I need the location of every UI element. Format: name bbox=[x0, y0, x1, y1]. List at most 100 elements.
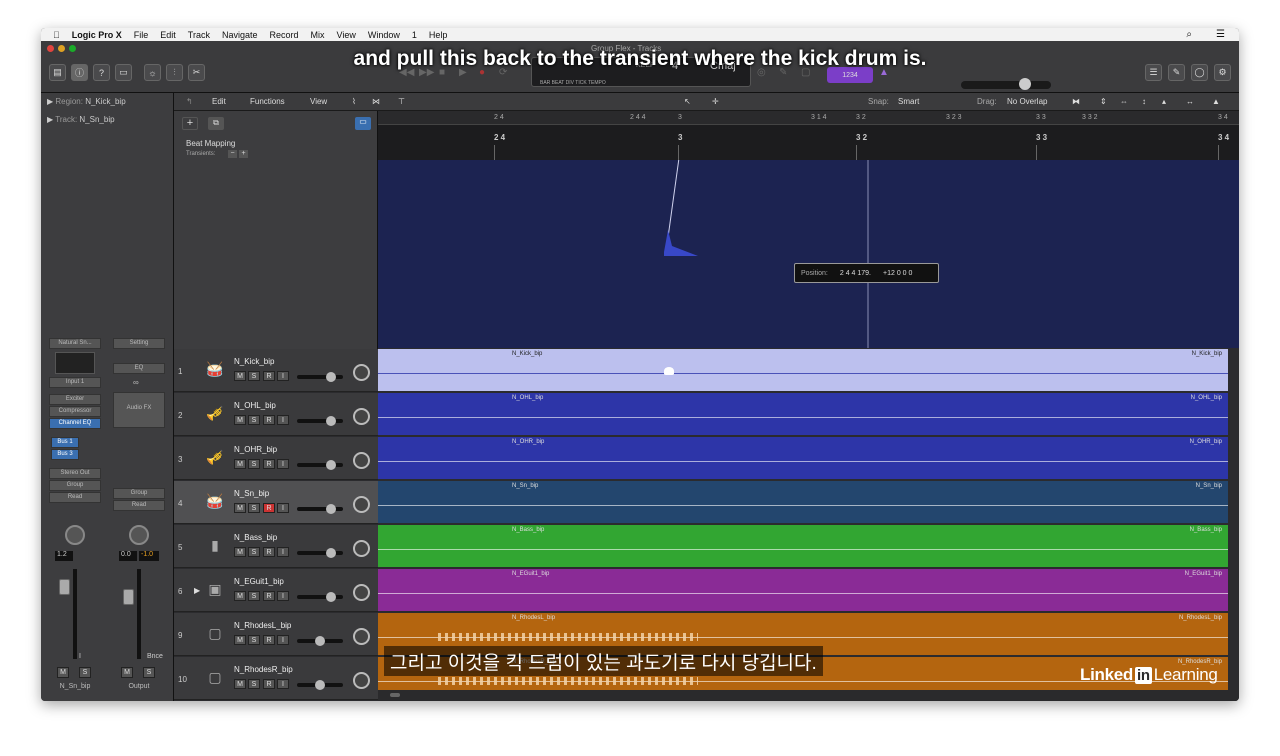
track-name[interactable]: N_Sn_bip bbox=[234, 489, 269, 498]
track-record-button[interactable]: R bbox=[263, 679, 275, 689]
crosshair-tool-icon[interactable]: ✛ bbox=[712, 97, 719, 106]
track-mute-button[interactable]: M bbox=[234, 503, 246, 513]
track-solo-button[interactable]: S bbox=[248, 679, 260, 689]
track-record-button[interactable]: R bbox=[263, 635, 275, 645]
pointer-tool-icon[interactable]: ↖ bbox=[684, 97, 691, 106]
track-header[interactable]: 3 🎺 N_OHR_bip M S R I bbox=[174, 437, 378, 480]
track-mute-button[interactable]: M bbox=[234, 415, 246, 425]
track-record-button[interactable]: R bbox=[263, 459, 275, 469]
strip1-input[interactable]: Input 1 bbox=[49, 377, 101, 388]
transients-minus-button[interactable]: − bbox=[228, 150, 237, 158]
strip1-pan-knob[interactable] bbox=[65, 525, 85, 545]
track-pan-knob[interactable] bbox=[353, 540, 370, 557]
track-header[interactable]: 4 🥁 N_Sn_bip M S R I bbox=[174, 481, 378, 524]
menu-help[interactable]: Help bbox=[423, 30, 454, 40]
strip2-fader-track[interactable] bbox=[137, 569, 141, 659]
app-menu[interactable]: Logic Pro X bbox=[66, 30, 128, 40]
track-pan-knob[interactable] bbox=[353, 452, 370, 469]
track-stack-disclosure-icon[interactable]: ▶ bbox=[194, 586, 200, 595]
track-solo-button[interactable]: S bbox=[248, 459, 260, 469]
catch-icon[interactable]: ⊤ bbox=[398, 97, 405, 106]
track-header[interactable]: 5 ▮ N_Bass_bip M S R I bbox=[174, 525, 378, 568]
track-mute-button[interactable]: M bbox=[234, 679, 246, 689]
flex-icon[interactable]: ⋈ bbox=[372, 97, 380, 106]
snap-select[interactable]: Smart bbox=[898, 97, 919, 106]
global-tracks-icon[interactable]: ▭ bbox=[355, 117, 371, 130]
strip2-eq[interactable]: EQ bbox=[113, 363, 165, 374]
strip1-input-monitor[interactable]: I bbox=[79, 653, 81, 660]
track-inspector-header[interactable]: ▶ Track: N_Sn_bip bbox=[47, 115, 115, 124]
strip1-fader-track[interactable] bbox=[73, 569, 77, 659]
menu-file[interactable]: File bbox=[128, 30, 155, 40]
track-input-monitor-button[interactable]: I bbox=[277, 459, 289, 469]
track-name[interactable]: N_Kick_bip bbox=[234, 357, 274, 366]
track-volume-slider[interactable] bbox=[297, 636, 343, 646]
strip1-fader-cap[interactable] bbox=[59, 579, 70, 595]
audio-region[interactable]: N_EGuit1_bip N_EGuit1_bip bbox=[378, 569, 1228, 611]
track-volume-slider[interactable] bbox=[297, 460, 343, 470]
track-header[interactable]: 9 ▢ N_RhodesL_bip M S R I bbox=[174, 613, 378, 656]
track-record-button[interactable]: R bbox=[263, 547, 275, 557]
beat-mapping-ruler[interactable]: 2 4 3 3 2 3 3 3 4 bbox=[378, 125, 1239, 160]
master-volume-slider[interactable] bbox=[961, 78, 1051, 90]
strip2-audio-fx[interactable]: Audio FX bbox=[113, 392, 165, 428]
send-bus-1[interactable]: Bus 1 bbox=[51, 437, 79, 448]
track-volume-slider[interactable] bbox=[297, 680, 343, 690]
automation-icon[interactable]: ⌇ bbox=[352, 97, 356, 106]
track-mute-button[interactable]: M bbox=[234, 547, 246, 557]
bounce-button[interactable]: Bnce bbox=[147, 653, 163, 660]
track-solo-button[interactable]: S bbox=[248, 547, 260, 557]
track-volume-knob[interactable] bbox=[326, 504, 336, 514]
track-pan-knob[interactable] bbox=[353, 496, 370, 513]
drag-select[interactable]: No Overlap bbox=[1007, 97, 1047, 106]
horizontal-scrollbar[interactable] bbox=[378, 690, 1239, 701]
track-mute-button[interactable]: M bbox=[234, 459, 246, 469]
duplicate-track-icon[interactable]: ⧉ bbox=[208, 117, 224, 130]
menu-window[interactable]: Window bbox=[362, 30, 406, 40]
track-name[interactable]: N_OHL_bip bbox=[234, 401, 276, 410]
track-volume-slider[interactable] bbox=[297, 416, 343, 426]
track-header[interactable]: 1 🥁 N_Kick_bip M S R I bbox=[174, 349, 378, 392]
track-volume-slider[interactable] bbox=[297, 372, 343, 382]
track-mute-button[interactable]: M bbox=[234, 591, 246, 601]
edit-menu[interactable]: Edit bbox=[212, 97, 226, 106]
track-input-monitor-button[interactable]: I bbox=[277, 679, 289, 689]
track-volume-slider[interactable] bbox=[297, 504, 343, 514]
track-record-button[interactable]: R bbox=[263, 503, 275, 513]
track-solo-button[interactable]: S bbox=[248, 415, 260, 425]
track-name[interactable]: N_RhodesR_bip bbox=[234, 665, 293, 674]
track-volume-knob[interactable] bbox=[326, 416, 336, 426]
track-name[interactable]: N_Bass_bip bbox=[234, 533, 277, 542]
menu-track[interactable]: Track bbox=[182, 30, 216, 40]
track-input-monitor-button[interactable]: I bbox=[277, 371, 289, 381]
track-name[interactable]: N_RhodesL_bip bbox=[234, 621, 291, 630]
track-volume-knob[interactable] bbox=[326, 548, 336, 558]
track-record-button[interactable]: R bbox=[263, 415, 275, 425]
track-volume-slider[interactable] bbox=[297, 592, 343, 602]
zoom-large-icon[interactable]: ▲ bbox=[1212, 97, 1220, 106]
link-icon[interactable]: ∞ bbox=[133, 378, 145, 387]
track-volume-slider[interactable] bbox=[297, 548, 343, 558]
audio-region[interactable]: N_Kick_bip N_Kick_bip bbox=[378, 349, 1228, 391]
track-volume-knob[interactable] bbox=[326, 460, 336, 470]
strip2-automation[interactable]: Read bbox=[113, 500, 165, 511]
beat-mapping-editor[interactable]: Position: 2 4 4 179. +12 0 0 0 bbox=[378, 160, 1239, 348]
strip2-group[interactable]: Group bbox=[113, 488, 165, 499]
strip1-solo-button[interactable]: S bbox=[79, 667, 91, 678]
apple-menu[interactable]:  bbox=[41, 30, 66, 40]
strip2-fader-cap[interactable] bbox=[123, 589, 134, 605]
menu-record[interactable]: Record bbox=[264, 30, 305, 40]
menu-view[interactable]: View bbox=[331, 30, 362, 40]
track-volume-knob[interactable] bbox=[315, 680, 325, 690]
track-name[interactable]: N_OHR_bip bbox=[234, 445, 277, 454]
region-inspector-header[interactable]: ▶ Region: N_Kick_bip bbox=[47, 97, 126, 106]
zoom-horizontal-icon[interactable]: ↔ bbox=[1186, 97, 1194, 106]
strip1-mute-button[interactable]: M bbox=[57, 667, 69, 678]
audio-region[interactable]: N_OHR_bip N_OHR_bip bbox=[378, 437, 1228, 479]
view-menu[interactable]: View bbox=[310, 97, 327, 106]
horizontal-fit-icon[interactable]: ⇔ bbox=[1120, 97, 1128, 106]
strip2-setting[interactable]: Setting bbox=[113, 338, 165, 349]
menu-edit[interactable]: Edit bbox=[154, 30, 182, 40]
track-header[interactable]: 10 ▢ N_RhodesR_bip M S R I bbox=[174, 657, 378, 700]
vertical-zoom-icon[interactable]: ⇕ bbox=[1100, 97, 1107, 106]
